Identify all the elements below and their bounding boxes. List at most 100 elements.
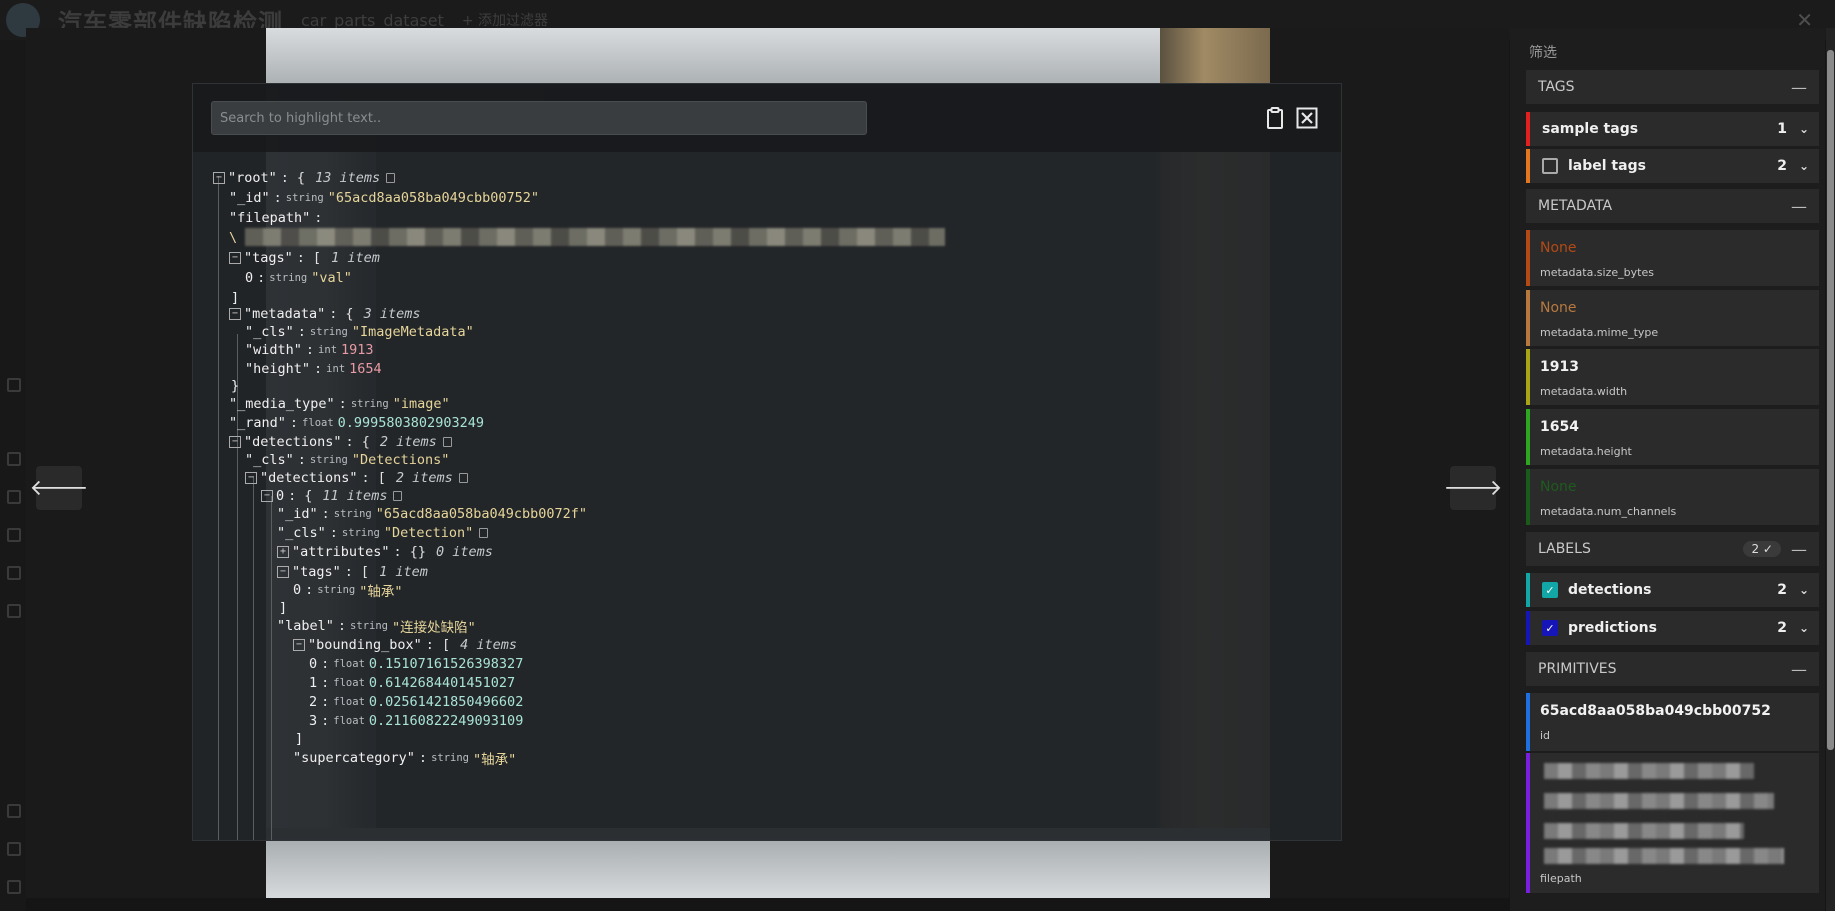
checkbox[interactable] [7, 604, 21, 618]
add-filter-button[interactable]: + 添加过滤器 [462, 10, 548, 30]
metadata-num-channels[interactable]: None metadata.num_channels [1526, 469, 1819, 525]
json-bracket: ] [295, 731, 304, 747]
json-type: string [309, 454, 348, 466]
labels-count-badge[interactable]: 2 ✓ [1743, 541, 1781, 557]
close-icon[interactable] [1295, 106, 1319, 130]
json-bracket: { [361, 434, 370, 450]
collapse-toggle[interactable]: − [229, 436, 241, 448]
collapse-icon[interactable]: — [1791, 540, 1807, 559]
copy-icon[interactable] [393, 491, 403, 501]
collapse-toggle[interactable]: − [213, 172, 225, 184]
collapse-toggle[interactable]: − [229, 252, 241, 264]
sidebar-item-label-tags[interactable]: label tags 2 ⌄ [1526, 149, 1819, 183]
search-input[interactable] [211, 101, 867, 135]
json-line-bounding-box: − "bounding_box" : [ 4 items [293, 635, 517, 655]
json-index: 0 [309, 656, 318, 672]
metadata-size-bytes[interactable]: None metadata.size_bytes [1526, 230, 1819, 286]
primitive-filepath[interactable]: filepath [1526, 753, 1819, 893]
collapse-toggle[interactable]: − [261, 490, 273, 502]
json-value: "image" [392, 396, 450, 412]
json-type: float [333, 696, 365, 708]
collapse-icon[interactable]: — [1791, 78, 1807, 97]
json-line-detections-list: − "detections" : [ 2 items [245, 468, 468, 488]
json-key: "_cls" [245, 324, 294, 340]
json-key: "label" [277, 618, 334, 634]
json-line-detection-tags-close: ] [279, 598, 287, 618]
json-index: 2 [309, 694, 318, 710]
copy-icon[interactable] [458, 473, 468, 483]
metadata-key: metadata.num_channels [1540, 505, 1677, 518]
sidebar-item-predictions[interactable]: ✓ predictions 2 ⌄ [1526, 611, 1819, 645]
json-key: "height" [245, 361, 311, 377]
dataset-selector[interactable]: car_parts_dataset [301, 11, 444, 30]
metadata-height[interactable]: 1654 metadata.height [1526, 409, 1819, 465]
checkbox[interactable] [7, 490, 21, 504]
sidebar-item-label: predictions [1568, 620, 1657, 636]
json-line-detection-cls: "_cls" : string "Detection" [277, 523, 489, 543]
metadata-value: None [1540, 240, 1577, 256]
checkbox-checked[interactable]: ✓ [1542, 582, 1558, 598]
json-key: "detections" [260, 470, 358, 486]
json-bracket: [ [441, 637, 451, 653]
collapse-toggle[interactable]: − [229, 308, 241, 320]
chevron-down-icon[interactable]: ⌄ [1799, 159, 1809, 173]
checkbox[interactable] [7, 378, 21, 392]
metadata-value: 1654 [1540, 419, 1579, 435]
metadata-section-header[interactable]: METADATA — [1526, 189, 1819, 223]
checkbox[interactable] [7, 452, 21, 466]
copy-icon[interactable] [479, 528, 489, 538]
expand-toggle[interactable]: + [277, 546, 289, 558]
sidebar-item-sample-tags[interactable]: sample tags 1 ⌄ [1526, 112, 1819, 146]
json-line-metadata-close: } [231, 376, 239, 396]
json-line-detection-tags: − "tags" : [ 1 item [277, 562, 428, 582]
json-type: string [431, 752, 469, 764]
checkbox[interactable] [7, 566, 21, 580]
json-line-supercategory: "supercategory" : string "轴承" [293, 750, 517, 768]
next-sample-button[interactable]: 🡒 [1444, 466, 1503, 510]
copy-icon[interactable] [442, 437, 452, 447]
clipboard-icon[interactable] [1263, 106, 1287, 130]
checkbox-checked[interactable]: ✓ [1542, 620, 1558, 636]
sidebar-item-label: detections [1568, 582, 1652, 598]
tags-section-header[interactable]: TAGS — [1526, 70, 1819, 104]
json-index: 0 [276, 488, 285, 504]
metadata-width[interactable]: 1913 metadata.width [1526, 349, 1819, 405]
metadata-mime-type[interactable]: None metadata.mime_type [1526, 290, 1819, 346]
json-value: "轴承" [473, 752, 517, 768]
labels-section-header[interactable]: LABELS 2 ✓ — [1526, 532, 1819, 566]
previous-sample-button[interactable]: 🡐 [30, 466, 89, 510]
sidebar-scrollbar-thumb[interactable] [1827, 50, 1834, 750]
sidebar-item-detections[interactable]: ✓ detections 2 ⌄ [1526, 573, 1819, 607]
metadata-value: 1913 [1540, 359, 1579, 375]
json-type: int [318, 344, 338, 356]
arrow-right-icon: 🡒 [1443, 476, 1503, 501]
json-line-metadata-cls: "_cls" : string "ImageMetadata" [245, 324, 474, 340]
item-count: 2 [1777, 620, 1787, 636]
collapse-icon[interactable]: — [1791, 660, 1807, 679]
json-line-detection-id: "_id" : string "65acd8aa058ba049cbb0072f… [277, 506, 588, 522]
chevron-down-icon[interactable]: ⌄ [1799, 122, 1809, 136]
checkbox[interactable] [7, 804, 21, 818]
primitives-section-header[interactable]: PRIMITIVES — [1526, 652, 1819, 686]
json-value: "连接处缺陷" [391, 620, 476, 636]
json-key: "_rand" [229, 415, 286, 431]
section-title: METADATA [1538, 198, 1613, 214]
checkbox[interactable] [7, 842, 21, 856]
copy-icon[interactable] [386, 173, 396, 183]
checkbox[interactable] [7, 528, 21, 542]
primitive-key: id [1540, 729, 1551, 742]
checkbox[interactable] [1542, 158, 1558, 174]
collapse-toggle[interactable]: − [293, 639, 305, 651]
json-line-tags: − "tags" : [ 1 item [229, 248, 380, 268]
collapse-icon[interactable]: — [1791, 197, 1807, 216]
json-value: 0.21160822249093109 [368, 713, 524, 729]
checkbox[interactable] [7, 880, 21, 894]
tree-guide [253, 476, 254, 840]
chevron-down-icon[interactable]: ⌄ [1799, 583, 1809, 597]
chevron-down-icon[interactable]: ⌄ [1799, 621, 1809, 635]
collapse-toggle[interactable]: − [245, 472, 257, 484]
json-bracket: [ [312, 250, 322, 266]
primitive-id[interactable]: 65acd8aa058ba049cbb00752 id [1526, 693, 1819, 751]
json-line-metadata-height: "height" : int 1654 [245, 361, 382, 377]
collapse-toggle[interactable]: − [277, 566, 289, 578]
